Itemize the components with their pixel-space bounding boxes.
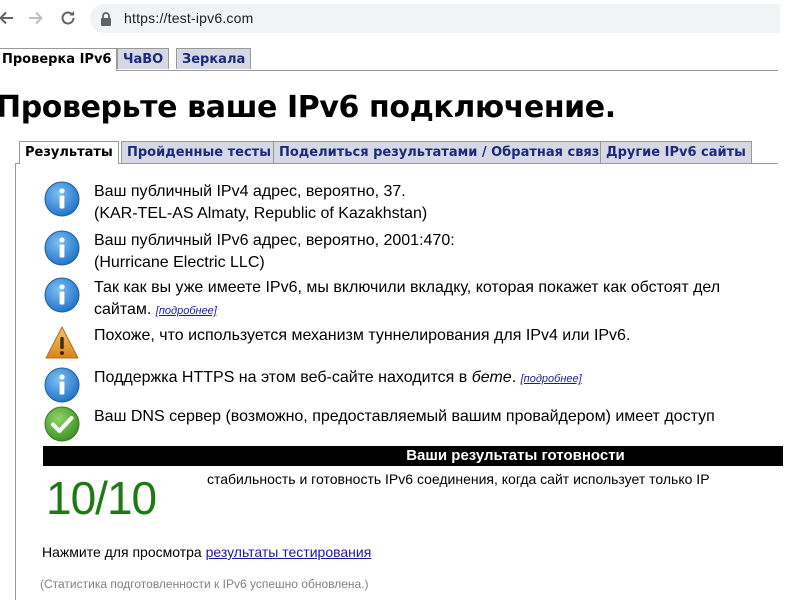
info-icon bbox=[44, 181, 80, 217]
tab-mirrors[interactable]: Зеркала bbox=[176, 48, 252, 69]
result-text: Ваш публичный IPv6 адрес, вероятно, 2001… bbox=[94, 230, 455, 274]
forward-arrow-icon[interactable] bbox=[26, 8, 46, 28]
test-results-link[interactable]: результаты тестирования bbox=[206, 544, 372, 560]
address-bar[interactable]: https://test-ipv6.com bbox=[90, 4, 780, 33]
tab-results[interactable]: Результаты bbox=[19, 141, 119, 164]
result-line: сайтам. [подробнее] bbox=[94, 299, 720, 322]
browser-toolbar: https://test-ipv6.com bbox=[0, 0, 800, 37]
tab-ipv6-test[interactable]: Проверка IPv6 bbox=[0, 48, 118, 71]
tab-faq[interactable]: ЧаВО bbox=[117, 48, 170, 69]
result-line-text: Поддержка HTTPS на этом веб-сайте находи… bbox=[94, 369, 472, 386]
more-info-link[interactable]: [подробнее] bbox=[156, 305, 217, 317]
panel-border bbox=[15, 163, 16, 600]
tab-other-ipv6-sites[interactable]: Другие IPv6 сайты bbox=[600, 141, 752, 163]
check-icon bbox=[44, 406, 80, 442]
results-tab-bar: Результаты Пройденные тесты Поделиться р… bbox=[15, 141, 778, 164]
reload-icon[interactable] bbox=[58, 8, 78, 28]
result-line-text: . bbox=[511, 369, 517, 386]
stats-note: (Статистика подготовленности к IPv6 успе… bbox=[40, 577, 369, 591]
result-line: Поддержка HTTPS на этом веб-сайте находи… bbox=[94, 367, 582, 390]
prompt-text: Нажмите для просмотра bbox=[42, 544, 206, 560]
readiness-header-text: Ваши результаты готовности bbox=[406, 447, 625, 464]
back-arrow-icon[interactable] bbox=[0, 8, 16, 28]
page-title: Проверьте ваше IPv6 подключение. bbox=[0, 90, 616, 125]
warning-icon bbox=[44, 325, 80, 361]
result-line: Ваш DNS сервер (возможно, предоставляемы… bbox=[94, 408, 715, 425]
results-prompt: Нажмите для просмотра результаты тестиро… bbox=[42, 544, 371, 560]
result-text: Ваш DNS сервер (возможно, предоставляемы… bbox=[94, 406, 715, 428]
result-line: Ваш публичный IPv6 адрес, вероятно, 2001… bbox=[94, 232, 455, 249]
result-text: Ваш публичный IPv4 адрес, вероятно, 37. … bbox=[94, 181, 427, 225]
readiness-score: 10/10 bbox=[46, 472, 157, 524]
result-line: (Hurricane Electric LLC) bbox=[94, 254, 265, 271]
result-text: Так как вы уже имеете IPv6, мы включили … bbox=[94, 277, 720, 322]
result-line: Ваш публичный IPv4 адрес, вероятно, 37. bbox=[94, 183, 406, 200]
readiness-header: Ваши результаты готовности bbox=[43, 446, 783, 466]
lock-icon bbox=[100, 12, 112, 31]
result-text: Поддержка HTTPS на этом веб-сайте находи… bbox=[94, 367, 582, 390]
result-text: Похоже, что используется механизм туннел… bbox=[94, 325, 630, 347]
info-icon bbox=[44, 230, 80, 266]
result-line: (KAR-TEL-AS Almaty, Republic of Kazakhst… bbox=[94, 205, 428, 222]
result-line: Так как вы уже имеете IPv6, мы включили … bbox=[94, 279, 721, 296]
more-info-link[interactable]: [подробнее] bbox=[521, 373, 582, 385]
beta-text: бете bbox=[471, 369, 512, 386]
site-tab-bar: Проверка IPv6 ЧаВО Зеркала bbox=[0, 48, 778, 71]
info-icon bbox=[44, 367, 80, 403]
info-icon bbox=[44, 277, 80, 313]
result-line: Похоже, что используется механизм туннел… bbox=[94, 327, 631, 344]
url-text: https://test-ipv6.com bbox=[124, 10, 254, 26]
readiness-description: стабильность и готовность IPv6 соединени… bbox=[207, 471, 710, 487]
tab-share-feedback[interactable]: Поделиться результатами / Обратная связь bbox=[273, 141, 614, 163]
tab-passed-tests[interactable]: Пройденные тесты bbox=[121, 141, 277, 163]
result-line-text: сайтам. bbox=[94, 301, 152, 318]
